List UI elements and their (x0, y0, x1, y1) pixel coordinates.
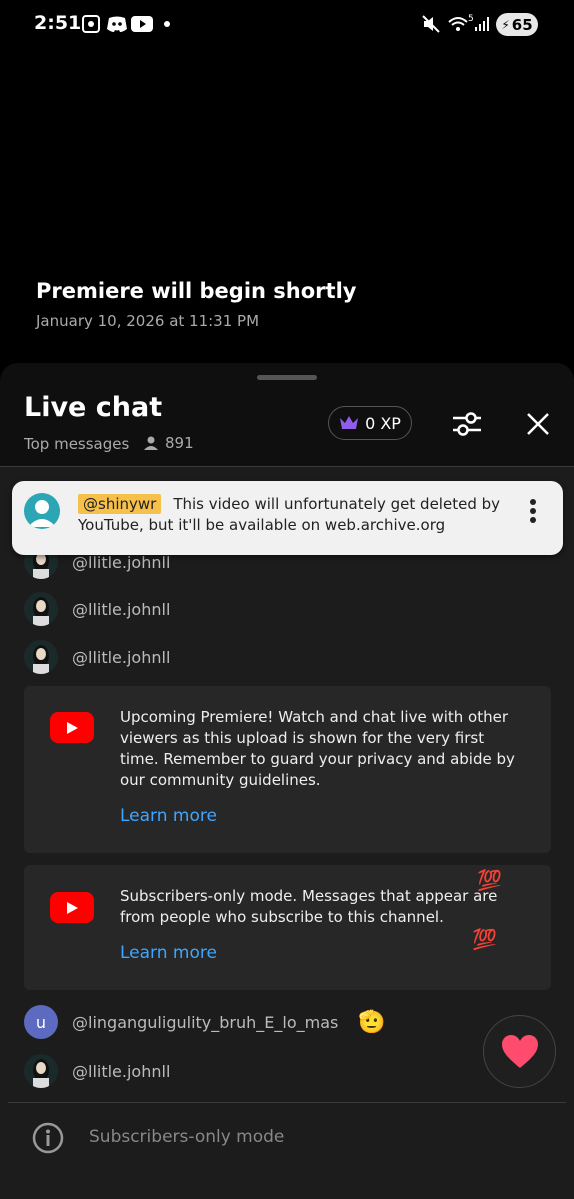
chat-title: Live chat (24, 392, 163, 423)
subscribers-only-notice: Subscribers-only mode (89, 1127, 285, 1147)
chat-message[interactable]: @llitle.johnll (24, 1053, 170, 1089)
heart-icon (501, 1034, 538, 1068)
heart-reaction-button[interactable] (483, 1015, 556, 1088)
info-icon[interactable] (32, 1122, 64, 1154)
wifi-label: 5 (468, 14, 474, 24)
subscribers-info-text: Subscribers-only mode. Messages that app… (120, 887, 498, 926)
youtube-logo-icon (50, 892, 94, 923)
pinned-text: @shinywr This video will unfortunately ge… (78, 494, 518, 536)
drag-handle[interactable] (257, 375, 317, 380)
pinned-avatar[interactable] (24, 493, 60, 529)
discord-icon (106, 13, 128, 35)
wifi-icon: 5 (448, 13, 474, 35)
premiere-title: Premiere will begin shortly (36, 279, 357, 303)
message-author[interactable]: @llitle.johnll (72, 553, 170, 572)
avatar[interactable] (24, 640, 58, 674)
viewer-count-value: 891 (165, 434, 194, 452)
chat-message[interactable]: u @linganguligulity_bruh_E_lo_mas 🫡 (24, 1004, 386, 1040)
person-icon (144, 436, 158, 450)
close-icon[interactable] (522, 408, 554, 440)
chat-input-bar (0, 1097, 574, 1199)
signal-icon (474, 13, 490, 35)
learn-more-link[interactable]: Learn more (120, 943, 217, 963)
mute-icon (422, 13, 440, 35)
viewer-count: 891 (143, 434, 194, 452)
learn-more-link[interactable]: Learn more (120, 806, 217, 826)
status-time: 2:51 (34, 12, 82, 34)
premiere-info-text: Upcoming Premiere! Watch and chat live w… (120, 708, 515, 789)
input-divider (8, 1102, 566, 1103)
pinned-author[interactable]: @shinywr (78, 494, 162, 514)
chat-message[interactable]: @llitle.johnll (24, 591, 170, 627)
avatar[interactable] (24, 592, 58, 626)
message-author[interactable]: @llitle.johnll (72, 648, 170, 667)
chat-message[interactable]: @llitle.johnll (24, 639, 170, 675)
crown-icon (340, 416, 359, 429)
message-author[interactable]: @llitle.johnll (72, 600, 170, 619)
chat-settings-sliders-icon[interactable] (450, 407, 484, 441)
status-bar: 2:51 5 ⚡ 65 (0, 0, 574, 50)
avatar[interactable] (24, 1054, 58, 1088)
youtube-status-icon (131, 13, 153, 35)
more-options-icon[interactable] (526, 498, 540, 526)
premiere-date: January 10, 2026 at 11:31 PM (36, 312, 260, 330)
hundred-emoji-icon: 💯 (477, 868, 502, 892)
charging-bolt-icon: ⚡ (501, 17, 510, 32)
message-author[interactable]: @llitle.johnll (72, 1062, 170, 1081)
xp-label: 0 XP (365, 413, 401, 433)
youtube-logo-icon (50, 712, 94, 743)
message-author[interactable]: @linganguligulity_bruh_E_lo_mas (72, 1013, 338, 1032)
chat-mode-selector[interactable]: Top messages (24, 435, 129, 453)
avatar[interactable]: u (24, 1005, 58, 1039)
hundred-emoji-icon: 💯 (472, 927, 497, 951)
saluting-emoji-icon: 🫡 (358, 1009, 386, 1035)
xp-button[interactable]: 0 XP (328, 406, 412, 440)
screenshot-icon (80, 13, 102, 35)
battery-indicator: ⚡ 65 (496, 13, 538, 36)
notification-dot-icon (164, 13, 170, 35)
battery-level: 65 (511, 15, 533, 34)
